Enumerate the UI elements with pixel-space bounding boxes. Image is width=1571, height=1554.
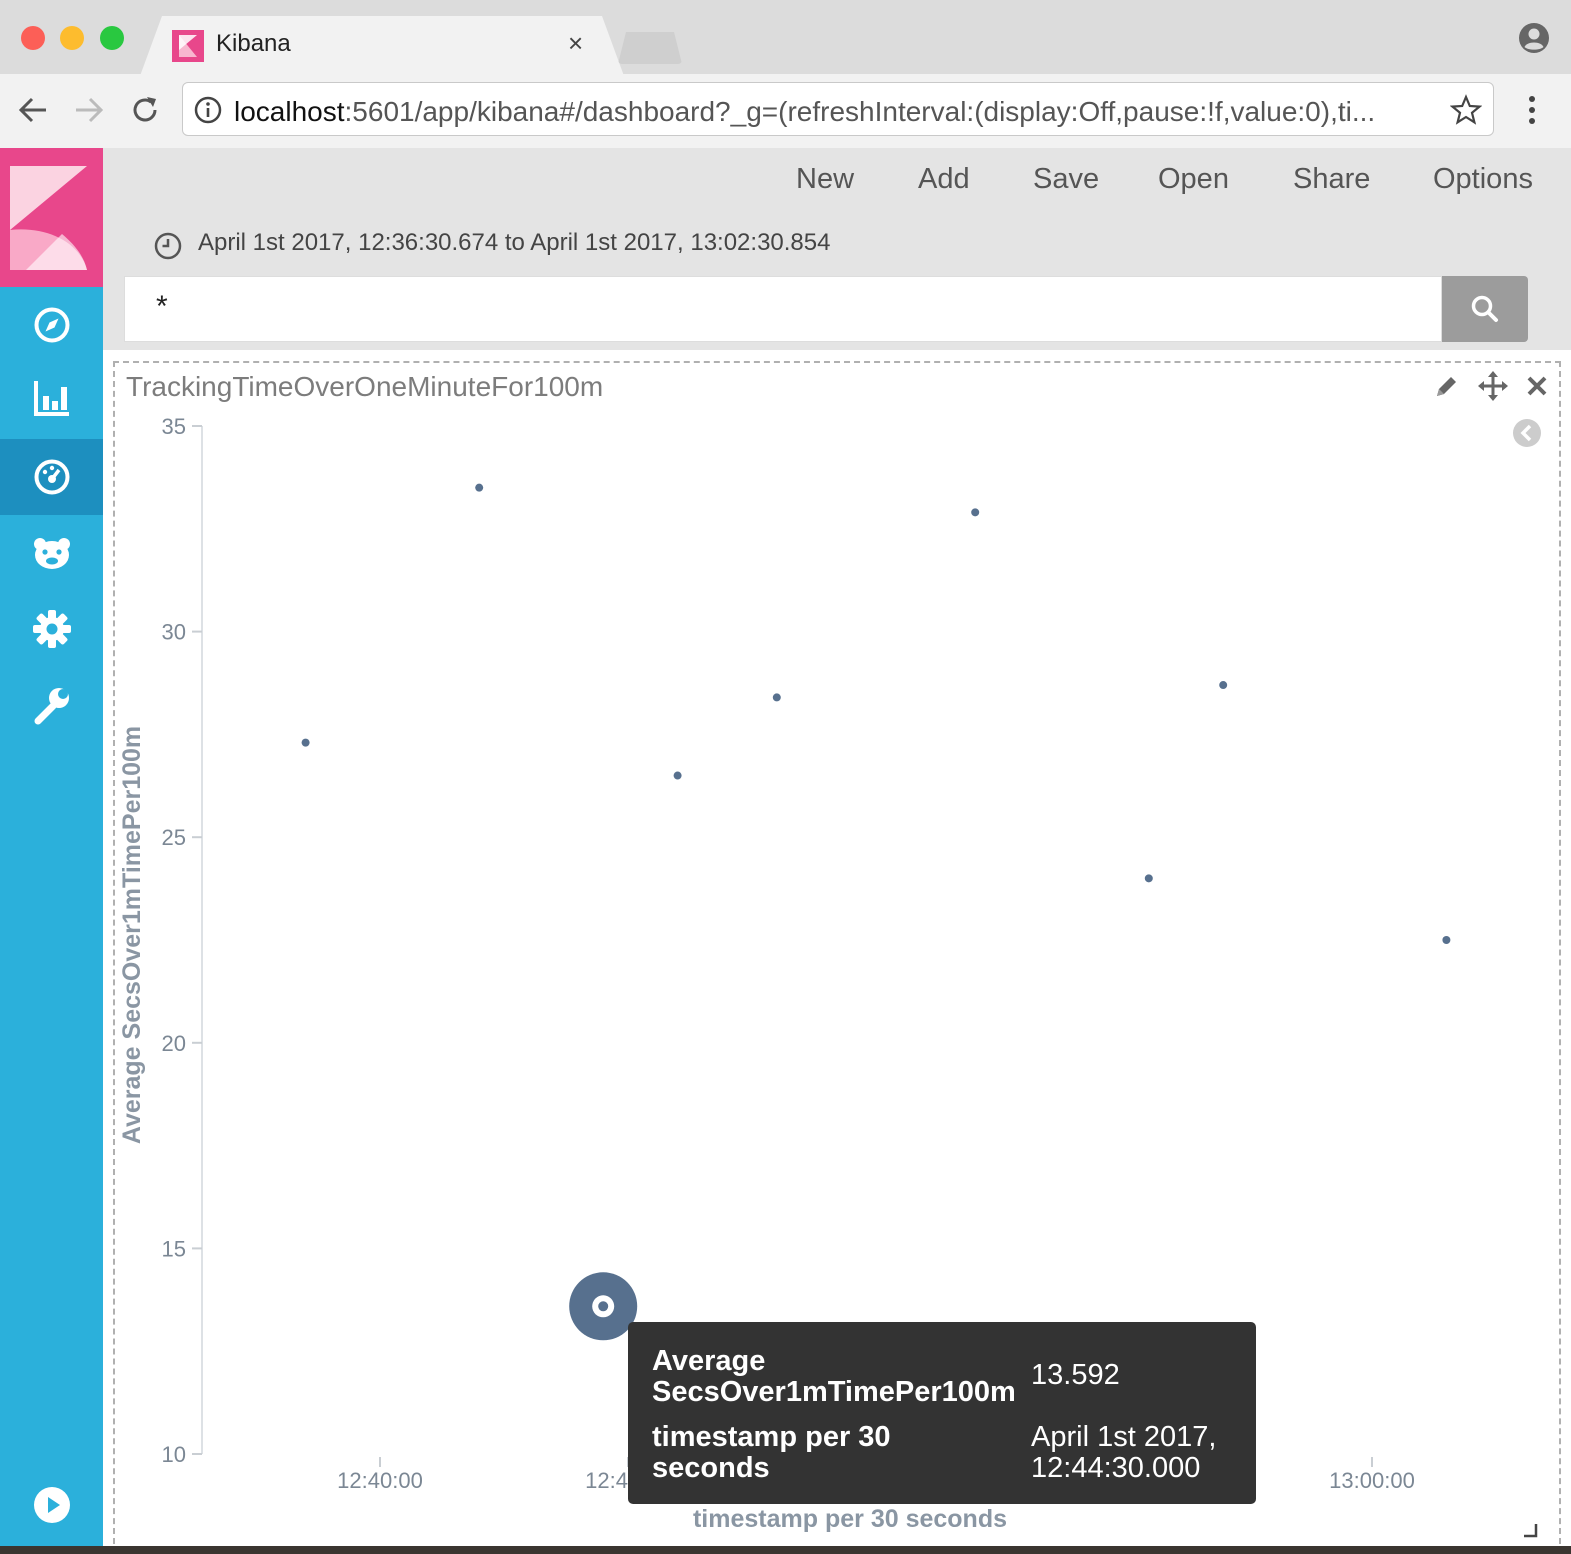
tab-title: Kibana [216,30,291,57]
share-button[interactable]: Share [1293,163,1370,196]
sidebar-item-visualize[interactable] [0,363,103,433]
sidebar-item-dashboard[interactable] [0,439,103,515]
minimize-window-button[interactable] [60,26,84,50]
sidebar-collapse-button[interactable] [0,1470,103,1540]
options-button[interactable]: Options [1433,163,1533,196]
play-icon [33,1487,70,1523]
dashboard-gauge-icon [34,459,69,495]
panel-title: TrackingTimeOverOneMinuteFor100m [126,371,604,402]
browser-tab[interactable] [140,16,624,76]
sidebar-item-dev-tools[interactable] [0,670,103,740]
profile-icon[interactable] [1518,22,1550,59]
kibana-favicon-icon [172,30,204,62]
open-button[interactable]: Open [1158,163,1229,196]
move-arrows-icon[interactable] [1478,371,1508,406]
info-icon[interactable] [194,96,222,129]
kibana-logo[interactable] [0,148,103,287]
gear-icon [32,610,71,648]
search-input[interactable] [124,276,1442,342]
bar-chart-icon [33,381,69,416]
legend-toggle-icon[interactable] [1512,418,1542,453]
url-path: :5601/app/kibana#/dashboard?_g=(refreshI… [344,96,1376,127]
add-button[interactable]: Add [918,163,970,196]
bear-icon [33,538,70,569]
close-window-button[interactable] [21,26,45,50]
url-text[interactable]: localhost:5601/app/kibana#/dashboard?_g=… [234,96,1429,128]
sidebar-item-timelion[interactable] [0,518,103,588]
sidebar-item-discover[interactable] [0,290,103,360]
forward-icon[interactable] [72,94,106,131]
tooltip-metric-value: 13.592 [1031,1359,1120,1391]
search-button[interactable] [1442,276,1528,342]
compass-icon [34,307,69,343]
time-range-picker[interactable]: April 1st 2017, 12:36:30.674 to April 1s… [198,229,830,257]
url-host: localhost [234,96,345,127]
search-query-text[interactable]: * [156,290,168,324]
maximize-window-button[interactable] [100,26,124,50]
resize-handle-icon[interactable] [1522,1522,1538,1543]
browser-menu-icon[interactable] [1520,94,1544,131]
bookmark-star-icon[interactable] [1449,94,1483,131]
back-icon[interactable] [16,94,50,131]
sidebar-item-management[interactable] [0,594,103,664]
close-panel-icon[interactable] [1526,375,1548,402]
tooltip-time-value: April 1st 2017, 12:44:30.000 [1031,1421,1217,1484]
tooltip-metric-label: Average SecsOver1mTimePer100m [652,1345,1016,1408]
tab-close-icon[interactable]: × [568,28,583,59]
window-bottom-edge [0,1546,1571,1554]
reload-icon[interactable] [128,93,162,132]
new-tab-button[interactable] [618,32,682,64]
new-button[interactable]: New [796,163,854,196]
wrench-icon [34,688,69,725]
clock-icon [154,232,182,265]
search-icon [1471,295,1498,322]
chart-tooltip: Average SecsOver1mTimePer100m 13.592 tim… [628,1322,1256,1504]
save-button[interactable]: Save [1033,163,1099,196]
tooltip-time-label: timestamp per 30 seconds [652,1421,891,1484]
edit-pencil-icon[interactable] [1434,373,1460,404]
